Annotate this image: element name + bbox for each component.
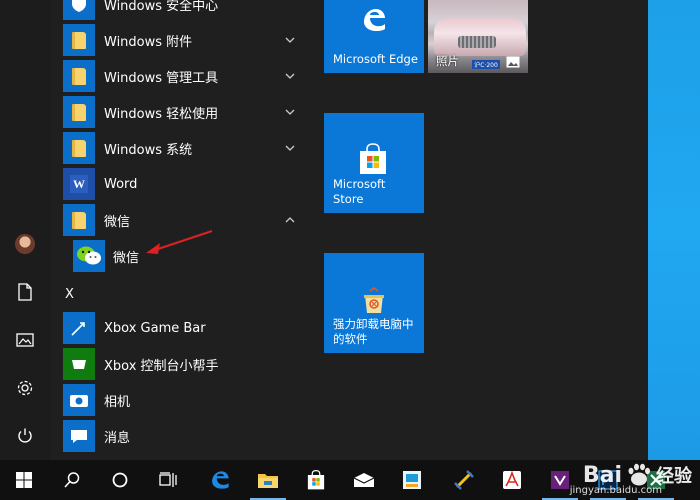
folder-icon xyxy=(63,60,95,92)
app-label: 微信 xyxy=(113,250,140,266)
settings-button[interactable] xyxy=(0,364,50,412)
avatar xyxy=(15,234,35,254)
desktop-wallpaper xyxy=(648,0,700,460)
folder-windows-accessories[interactable]: Windows 附件 xyxy=(55,22,310,58)
edge-icon xyxy=(212,471,229,489)
paw-icon xyxy=(628,463,650,486)
task-view-icon xyxy=(159,472,177,487)
app-label: Windows 轻松使用 xyxy=(104,106,219,122)
taskbar-mail[interactable] xyxy=(340,460,388,500)
app-windows-security[interactable]: Windows 安全中心 xyxy=(55,0,310,22)
app-label: Xbox 控制台小帮手 xyxy=(104,358,219,374)
power-button[interactable] xyxy=(0,412,50,460)
folder-windows-ease-of-access[interactable]: Windows 轻松使用 xyxy=(55,94,310,130)
taskbar-file-explorer[interactable] xyxy=(244,460,292,500)
start-menu-rail xyxy=(0,0,50,460)
documents-button[interactable] xyxy=(0,268,50,316)
folder-icon xyxy=(63,132,95,164)
camera-icon xyxy=(63,384,95,416)
taskbar-acrobat[interactable] xyxy=(488,460,536,500)
app-list: Windows 安全中心 Windows 附件 Windows 管理工具 Win… xyxy=(55,0,310,460)
tile-photos[interactable]: 沪C·200 照片 xyxy=(428,0,528,73)
baidu-jingyan-watermark: Bai 经验 jingyan.baidu.com xyxy=(570,462,692,497)
start-button[interactable] xyxy=(0,460,48,500)
shield-icon xyxy=(63,0,95,20)
chevron-down-icon xyxy=(282,32,298,48)
app-xbox-game-bar[interactable]: Xbox Game Bar xyxy=(55,310,310,346)
tile-label: 照片 xyxy=(436,54,459,68)
cortana-button[interactable] xyxy=(96,460,144,500)
mail-icon xyxy=(353,473,375,487)
taskbar-tool[interactable] xyxy=(440,460,488,500)
uninstaller-icon xyxy=(364,287,384,313)
search-icon xyxy=(64,472,80,488)
app-camera[interactable]: 相机 xyxy=(55,382,310,418)
folder-wechat[interactable]: 微信 xyxy=(55,202,310,238)
app-word[interactable]: W Word xyxy=(55,166,310,202)
tile-microsoft-edge[interactable]: Microsoft Edge xyxy=(324,0,424,73)
taskbar-edge[interactable] xyxy=(196,460,244,500)
app-label: 消息 xyxy=(104,430,131,446)
chevron-up-icon xyxy=(282,212,298,228)
document-icon xyxy=(18,283,32,301)
windows-logo-icon xyxy=(16,472,32,488)
folder-icon xyxy=(258,474,278,488)
tile-uninstaller[interactable]: 强力卸载电脑中的软件 xyxy=(324,253,424,353)
tile-label: Microsoft Store xyxy=(333,177,386,206)
watermark-url: jingyan.baidu.com xyxy=(569,485,662,496)
folder-icon xyxy=(63,96,95,128)
word-icon: W xyxy=(63,168,95,200)
app-label: Windows 系统 xyxy=(104,142,193,158)
app-icon xyxy=(403,471,421,489)
letter-header: X xyxy=(65,286,74,302)
app-label: Windows 管理工具 xyxy=(104,70,219,86)
task-view-button[interactable] xyxy=(144,460,192,500)
license-plate: 沪C·200 xyxy=(472,60,500,69)
folder-icon xyxy=(63,204,95,236)
wechat-icon xyxy=(73,240,105,272)
tile-label: Microsoft Edge xyxy=(333,52,418,66)
app-label: Word xyxy=(104,176,138,192)
user-account-button[interactable] xyxy=(0,220,50,268)
watermark-brand: Bai xyxy=(582,462,622,488)
power-icon xyxy=(18,428,32,443)
app-wechat[interactable]: 微信 xyxy=(65,238,310,274)
app-label: Xbox Game Bar xyxy=(104,320,206,336)
tile-microsoft-store[interactable]: Microsoft Store xyxy=(324,113,424,213)
visual-studio-icon xyxy=(551,471,569,489)
app-xbox-companion[interactable]: Xbox 控制台小帮手 xyxy=(55,346,310,382)
taskbar-app[interactable] xyxy=(388,460,436,500)
xbox-icon xyxy=(63,348,95,380)
car-grille xyxy=(458,36,496,48)
edge-icon xyxy=(364,9,385,31)
folder-windows-admin-tools[interactable]: Windows 管理工具 xyxy=(55,58,310,94)
section-header-x[interactable]: X xyxy=(55,276,310,312)
folder-icon xyxy=(63,24,95,56)
chevron-down-icon xyxy=(282,68,298,84)
search-button[interactable] xyxy=(48,460,96,500)
message-icon xyxy=(63,420,95,452)
photos-icon xyxy=(506,56,520,68)
folder-windows-system[interactable]: Windows 系统 xyxy=(55,130,310,166)
tile-label: 强力卸载电脑中的软件 xyxy=(333,317,414,346)
app-label: 相机 xyxy=(104,394,131,410)
store-icon xyxy=(360,143,386,174)
app-label: Windows 附件 xyxy=(104,34,193,50)
cortana-icon xyxy=(112,472,128,488)
taskbar-store[interactable] xyxy=(292,460,340,500)
pictures-button[interactable] xyxy=(0,316,50,364)
acrobat-icon xyxy=(503,470,521,489)
app-label: Windows 安全中心 xyxy=(104,0,219,14)
store-icon xyxy=(307,470,325,490)
chevron-down-icon xyxy=(282,140,298,156)
xbox-game-bar-icon xyxy=(63,312,95,344)
tool-icon xyxy=(454,470,474,490)
chevron-down-icon xyxy=(282,104,298,120)
gear-icon xyxy=(17,380,33,396)
app-label: 微信 xyxy=(104,214,131,230)
app-messaging[interactable]: 消息 xyxy=(55,418,310,454)
picture-icon xyxy=(16,333,34,347)
